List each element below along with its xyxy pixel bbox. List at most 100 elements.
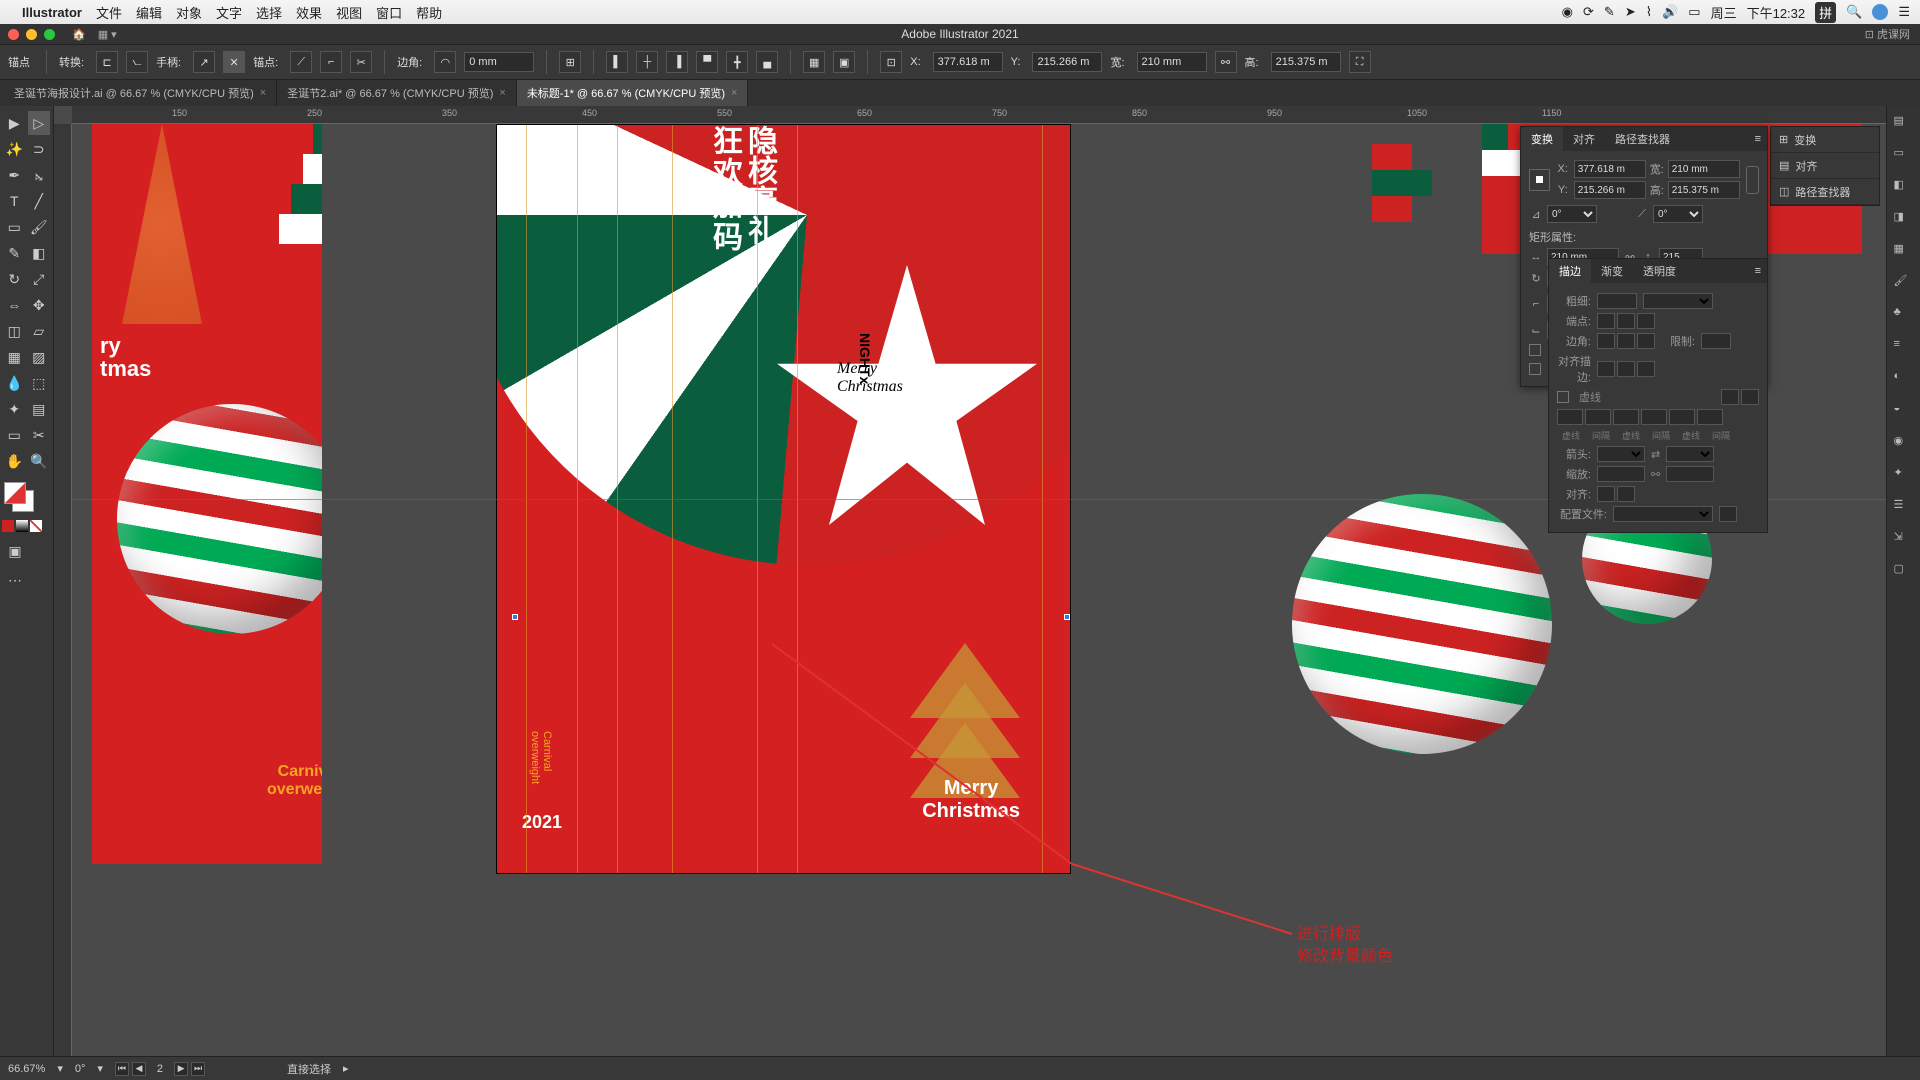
menu-object[interactable]: 对象 — [176, 3, 202, 22]
scale-tool-icon[interactable]: ⤢ — [28, 267, 51, 291]
appearance-panel-icon[interactable]: ◉ — [1894, 434, 1914, 454]
gap-2[interactable] — [1641, 409, 1667, 425]
align-inside-icon[interactable] — [1617, 361, 1635, 377]
grid-icon[interactable]: ⊞ — [559, 51, 581, 73]
mini-pathfinder[interactable]: ◫路径查找器 — [1771, 179, 1879, 205]
shaper-tool-icon[interactable]: ✎ — [3, 241, 26, 265]
mesh-tool-icon[interactable]: ▦ — [3, 345, 26, 369]
menu-view[interactable]: 视图 — [336, 3, 362, 22]
tab-transparency[interactable]: 透明度 — [1633, 259, 1686, 283]
doc-tab-3[interactable]: 未标题-1* @ 66.67 % (CMYK/CPU 预览)× — [517, 80, 749, 106]
free-transform-tool-icon[interactable]: ✥ — [28, 293, 51, 317]
layers-panel-icon[interactable]: ☰ — [1894, 498, 1914, 518]
symbols-panel-icon[interactable]: ♣ — [1894, 306, 1914, 326]
align-vcenter-icon[interactable]: ╋ — [726, 51, 748, 73]
user-icon[interactable] — [1872, 4, 1888, 20]
join-miter-icon[interactable] — [1597, 333, 1615, 349]
close-tab-icon[interactable]: × — [499, 87, 505, 99]
join-round-icon[interactable] — [1617, 333, 1635, 349]
shear-select[interactable]: 0° — [1653, 205, 1703, 223]
align-left-icon[interactable]: ▌ — [606, 51, 628, 73]
shape-builder-tool-icon[interactable]: ◫ — [3, 319, 26, 343]
graph-tool-icon[interactable]: ▤ — [28, 397, 51, 421]
link-wh-icon[interactable]: ⚯ — [1215, 51, 1237, 73]
isolate-icon[interactable]: ▣ — [833, 51, 855, 73]
profile-select[interactable] — [1613, 506, 1713, 522]
menu-effect[interactable]: 效果 — [296, 3, 322, 22]
tab-align[interactable]: 对齐 — [1563, 127, 1605, 151]
tab-stroke[interactable]: 描边 — [1549, 259, 1591, 283]
control-center-icon[interactable]: ☰ — [1898, 4, 1910, 20]
brushes-panel-icon[interactable]: 🖌 — [1894, 274, 1914, 294]
arrow-start-select[interactable] — [1597, 446, 1645, 462]
zoom-level[interactable]: 66.67% — [8, 1063, 45, 1075]
dash-1[interactable] — [1557, 409, 1583, 425]
doc-tab-1[interactable]: 圣诞节海报设计.ai @ 66.67 % (CMYK/CPU 预览)× — [4, 80, 277, 106]
handle-show-icon[interactable]: ↗ — [193, 51, 215, 73]
record-icon[interactable]: ◉ — [1562, 4, 1573, 20]
stroke-weight-select[interactable] — [1643, 293, 1713, 309]
panel-w-input[interactable] — [1668, 160, 1740, 178]
artboard-tool-icon[interactable]: ▭ — [3, 423, 26, 447]
arrow-scale-start[interactable] — [1597, 466, 1645, 482]
eraser-tool-icon[interactable]: ◧ — [28, 241, 51, 265]
doc-tab-2[interactable]: 圣诞节2.ai* @ 66.67 % (CMYK/CPU 预览)× — [277, 80, 517, 106]
dash-preserve-icon[interactable] — [1721, 389, 1739, 405]
ime-indicator[interactable]: 拼 — [1815, 2, 1836, 23]
rotate-view[interactable]: 0° — [75, 1063, 86, 1075]
panel-y-input[interactable] — [1574, 181, 1646, 199]
menu-help[interactable]: 帮助 — [416, 3, 442, 22]
h-input[interactable] — [1271, 52, 1341, 72]
swap-arrows-icon[interactable]: ⇄ — [1651, 448, 1660, 461]
ruler-horizontal[interactable]: 150 250 350 450 550 650 750 850 950 1050… — [72, 106, 1886, 124]
lasso-tool-icon[interactable]: ⊃ — [28, 137, 51, 161]
join-bevel-icon[interactable] — [1637, 333, 1655, 349]
libraries-panel-icon[interactable]: ▭ — [1894, 146, 1914, 166]
menu-file[interactable]: 文件 — [96, 3, 122, 22]
transform-ref-icon[interactable]: ⊡ — [880, 51, 902, 73]
artboard-number[interactable]: 2 — [149, 1063, 171, 1075]
rectangle-tool-icon[interactable]: ▭ — [3, 215, 26, 239]
gap-3[interactable] — [1697, 409, 1723, 425]
cap-butt-icon[interactable] — [1597, 313, 1615, 329]
dash-2[interactable] — [1613, 409, 1639, 425]
line-tool-icon[interactable]: ╱ — [28, 189, 51, 213]
panel-x-input[interactable] — [1574, 160, 1646, 178]
gradient-panel-icon[interactable]: ◐ — [1894, 370, 1914, 390]
prev-artboard-icon[interactable]: ◀ — [132, 1062, 146, 1076]
align-hcenter-icon[interactable]: ┼ — [636, 51, 658, 73]
panel-h-input[interactable] — [1668, 181, 1740, 199]
arrow-scale-end[interactable] — [1666, 466, 1714, 482]
cloud-sync-icon[interactable]: ⟳ — [1583, 4, 1594, 20]
rotate-dropdown-icon[interactable]: ▾ — [97, 1062, 103, 1075]
last-artboard-icon[interactable]: ⏭ — [191, 1062, 205, 1076]
volume-icon[interactable]: 🔊 — [1662, 4, 1678, 20]
location-icon[interactable]: ➤ — [1625, 4, 1636, 20]
color-guide-panel-icon[interactable]: ◨ — [1894, 210, 1914, 230]
graphic-styles-panel-icon[interactable]: ✦ — [1894, 466, 1914, 486]
close-tab-icon[interactable]: × — [731, 87, 737, 99]
swatches-panel-icon[interactable]: ▦ — [1894, 242, 1914, 262]
color-swatch-icon[interactable] — [2, 520, 14, 532]
blend-tool-icon[interactable]: ⬚ — [28, 371, 51, 395]
workspace-layout-icon[interactable]: ▦ ▾ — [98, 28, 117, 41]
perspective-tool-icon[interactable]: ▱ — [28, 319, 51, 343]
handle-hide-icon[interactable]: ✕ — [223, 51, 245, 73]
clock[interactable]: 下午12:32 — [1747, 3, 1806, 22]
first-artboard-icon[interactable]: ⏮ — [115, 1062, 129, 1076]
color-panel-icon[interactable]: ◧ — [1894, 178, 1914, 198]
wifi-icon[interactable]: ⌇ — [1646, 4, 1652, 20]
x-input[interactable] — [933, 52, 1003, 72]
artboards-panel-icon[interactable]: ▢ — [1894, 562, 1914, 582]
arrow-end-select[interactable] — [1666, 446, 1714, 462]
gradient-swatch-icon[interactable] — [16, 520, 28, 532]
selection-tool-icon[interactable]: ▶ — [3, 111, 26, 135]
zoom-dropdown-icon[interactable]: ▾ — [57, 1062, 63, 1075]
direct-selection-tool-icon[interactable]: ▷ — [28, 111, 51, 135]
y-input[interactable] — [1032, 52, 1102, 72]
dashed-checkbox[interactable] — [1557, 391, 1569, 403]
align-top-icon[interactable]: ▀ — [696, 51, 718, 73]
corner-type-icon[interactable]: ◠ — [434, 51, 456, 73]
tab-pathfinder[interactable]: 路径查找器 — [1605, 127, 1680, 151]
align-right-icon[interactable]: ▐ — [666, 51, 688, 73]
